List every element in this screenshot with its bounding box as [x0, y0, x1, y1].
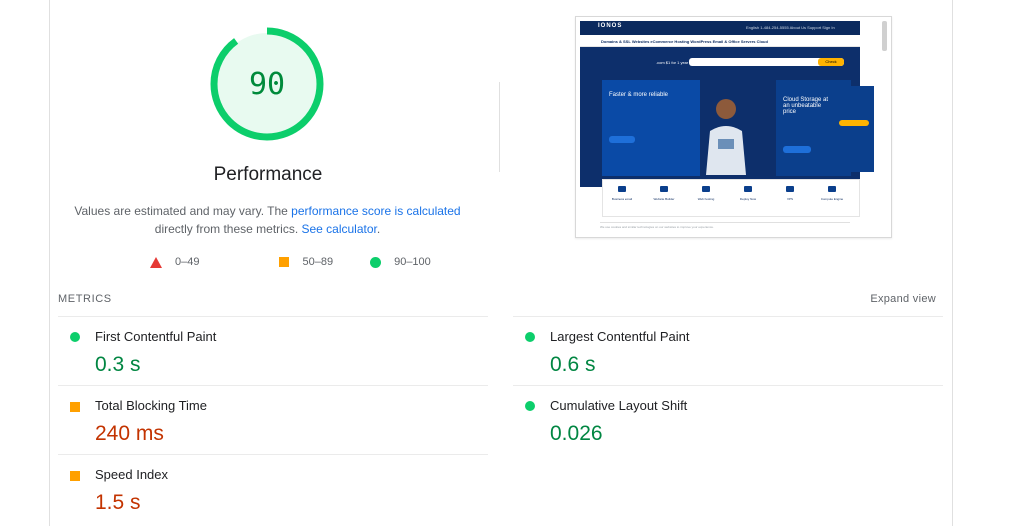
square-icon: [70, 402, 80, 412]
metric-value: 1.5 s: [95, 491, 141, 514]
metric-value: 0.3 s: [95, 353, 141, 376]
legend-item-pass: 90–100: [370, 256, 431, 268]
legend-label: 0–49: [175, 256, 200, 268]
site-promo-button: [609, 136, 635, 143]
site-consultant-panel: [834, 86, 874, 172]
page-frame-right: [952, 0, 953, 526]
metric-value: 0.6 s: [550, 353, 596, 376]
site-consultant-badge: [839, 120, 869, 126]
site-product-icon: [744, 186, 752, 192]
metric-value: 0.026: [550, 422, 603, 445]
metrics-header: METRICS: [58, 293, 112, 305]
triangle-icon: [150, 256, 162, 268]
site-product-icon: [828, 186, 836, 192]
site-topbar-links: English 1-484-254-5555 About Us Support …: [746, 25, 835, 30]
circle-icon: [370, 256, 382, 268]
page-frame-left: [49, 0, 50, 526]
site-product-icon: [660, 186, 668, 192]
metric-label: Largest Contentful Paint: [550, 329, 690, 344]
site-promo-button: [783, 146, 811, 153]
square-icon: [70, 471, 80, 481]
site-promo-title: Cloud Storage at an unbeatable price: [783, 97, 829, 115]
see-calculator-link[interactable]: See calculator: [301, 222, 376, 236]
metric-cumulative-layout-shift[interactable]: Cumulative Layout Shift 0.026: [513, 386, 943, 455]
expand-view-toggle[interactable]: Expand view: [870, 293, 936, 305]
final-screenshot[interactable]: IONOS English 1-484-254-5555 About Us Su…: [575, 16, 892, 238]
metric-label: Total Blocking Time: [95, 398, 207, 413]
site-domain-offer: .com $1 for 1 year: [656, 60, 689, 65]
site-product-label: Compute Engine: [820, 197, 844, 201]
site-product-icon: [618, 186, 626, 192]
site-nav-links: Domains & SSL Websites eCommerce Hosting…: [601, 39, 768, 44]
metric-label: First Contentful Paint: [95, 329, 217, 344]
metric-total-blocking-time[interactable]: Total Blocking Time 240 ms: [58, 386, 488, 455]
site-product-icon: [786, 186, 794, 192]
site-cookie-note: We use cookies and similar technologies …: [600, 225, 714, 229]
performance-gauge[interactable]: 90: [209, 26, 325, 142]
site-promo-title: Faster & more reliable: [609, 92, 669, 98]
square-icon: [279, 257, 290, 267]
legend-label: 90–100: [394, 256, 431, 268]
section-divider: [499, 82, 500, 172]
site-product-icon: [702, 186, 710, 192]
circle-icon: [525, 332, 535, 342]
note-text-3: .: [376, 222, 381, 236]
legend-item-average: 50–89: [279, 256, 333, 268]
site-person-image: [706, 99, 746, 175]
gauge-title: Performance: [213, 164, 323, 185]
legend-label: 50–89: [302, 256, 334, 268]
note-text-2: directly from these metrics.: [154, 222, 302, 236]
metric-speed-index[interactable]: Speed Index 1.5 s: [58, 455, 488, 524]
metric-largest-contentful-paint[interactable]: Largest Contentful Paint 0.6 s: [513, 317, 943, 386]
site-product-label: Business email: [611, 197, 633, 201]
site-footer-rule: [600, 222, 850, 223]
metric-first-contentful-paint[interactable]: First Contentful Paint 0.3 s: [58, 317, 488, 386]
screenshot-scrollbar: [882, 21, 887, 51]
site-product-label: Website Builder: [653, 197, 675, 201]
metric-label: Speed Index: [95, 467, 169, 482]
circle-icon: [525, 401, 535, 411]
performance-score-link[interactable]: performance score is calculated: [291, 204, 460, 218]
note-text-1: Values are estimated and may vary. The: [74, 204, 292, 218]
metric-value: 240 ms: [95, 422, 164, 445]
score-note: Values are estimated and may vary. The p…: [60, 202, 475, 238]
site-product-label: Web hosting: [697, 197, 715, 201]
site-logo: IONOS: [598, 23, 623, 29]
site-product-label: VPS: [786, 197, 793, 201]
site-product-label: Deploy Now: [739, 197, 757, 201]
circle-icon: [70, 332, 80, 342]
gauge-score: 90: [248, 66, 286, 102]
metric-label: Cumulative Layout Shift: [550, 398, 688, 413]
score-legend: 0–49 50–89 90–100: [150, 256, 464, 268]
legend-item-fail: 0–49: [150, 256, 199, 268]
site-check-button: Check: [818, 58, 844, 66]
